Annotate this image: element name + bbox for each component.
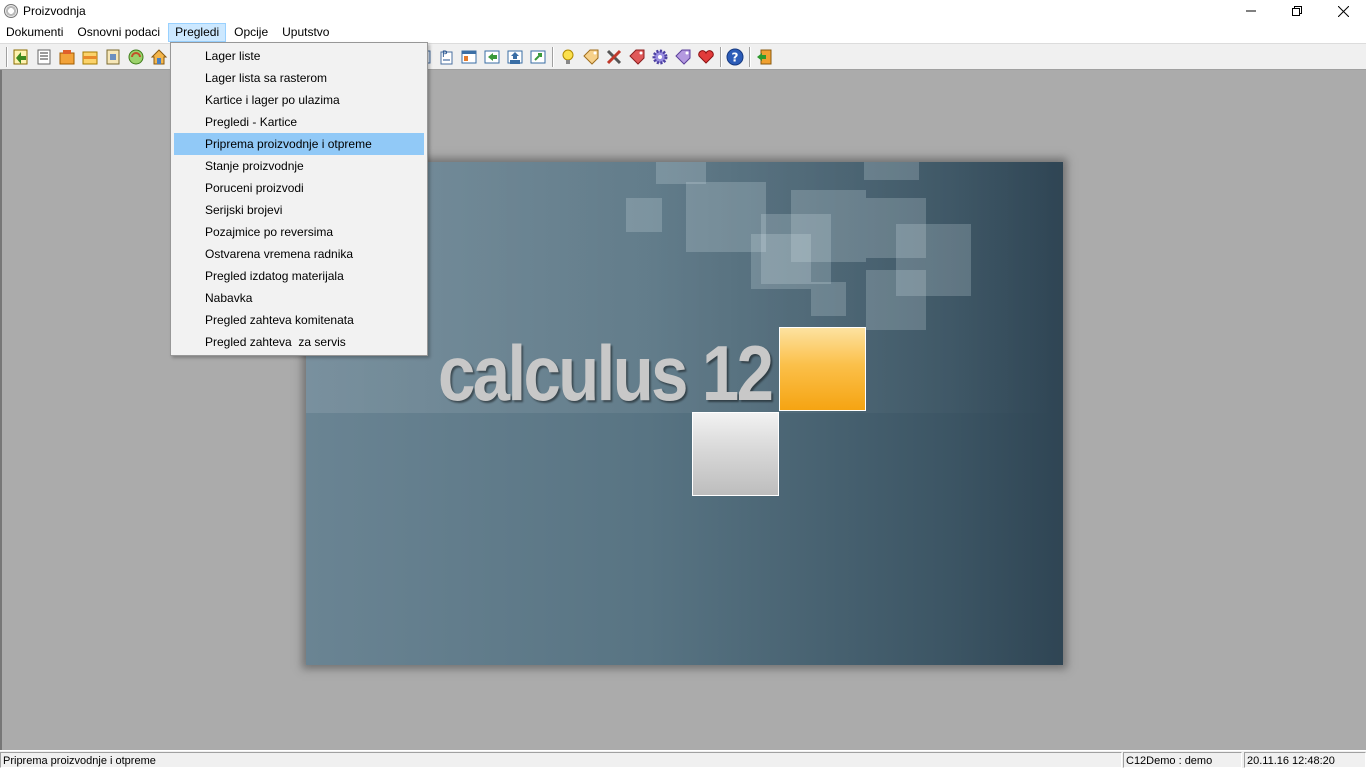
menu-opcije[interactable]: Opcije <box>228 23 274 42</box>
tag-button[interactable] <box>582 48 600 66</box>
export-icon <box>507 50 523 64</box>
exit-door-icon <box>757 49 772 65</box>
new-document-icon <box>13 49 28 65</box>
package-icon <box>82 51 98 65</box>
package-button[interactable] <box>81 48 99 66</box>
menu-item-pregled-zahteva-komitenata[interactable]: Pregled zahteva komitenata <box>174 309 424 331</box>
help-icon: ? <box>726 48 744 66</box>
menu-osnovni-podaci[interactable]: Osnovni podaci <box>71 23 166 42</box>
red-tag-icon <box>629 49 645 65</box>
lightbulb-icon <box>562 49 574 64</box>
exit-button[interactable] <box>755 48 773 66</box>
box-button[interactable] <box>58 48 76 66</box>
svg-text:?: ? <box>732 51 739 65</box>
menu-item-ostvarena-vremena[interactable]: Ostvarena vremena radnika <box>174 243 424 265</box>
table-icon <box>461 50 477 64</box>
purple-tag-icon <box>675 49 691 65</box>
heart-button[interactable] <box>697 48 715 66</box>
menu-item-pregledi-kartice[interactable]: Pregledi - Kartice <box>174 111 424 133</box>
menu-item-pregled-zahteva-za-servis[interactable]: Pregled zahteva za servis <box>174 331 424 353</box>
new-document-button[interactable] <box>12 48 30 66</box>
window-controls <box>1228 0 1366 22</box>
home-button[interactable] <box>150 48 168 66</box>
red-tag-button[interactable] <box>628 48 646 66</box>
restore-button[interactable] <box>1274 0 1320 22</box>
menu-item-nabavka[interactable]: Nabavka <box>174 287 424 309</box>
close-button[interactable] <box>1320 0 1366 22</box>
home-icon <box>150 49 168 65</box>
table-button[interactable] <box>460 48 478 66</box>
list-document-button[interactable] <box>35 48 53 66</box>
report-button[interactable]: P <box>437 48 455 66</box>
import-button[interactable] <box>483 48 501 66</box>
menu-item-priprema-proizvodnje[interactable]: Priprema proizvodnje i otpreme <box>174 133 424 155</box>
heart-icon <box>698 50 714 64</box>
title-bar: Proizvodnja <box>0 0 1366 22</box>
status-bar: Priprema proizvodnje i otpreme C12Demo :… <box>0 750 1366 768</box>
card-icon <box>106 49 120 65</box>
restore-icon <box>1292 6 1302 16</box>
refresh-window-button[interactable] <box>529 48 547 66</box>
menu-uputstvo[interactable]: Uputstvo <box>276 23 335 42</box>
menu-item-serijski-brojevi[interactable]: Serijski brojevi <box>174 199 424 221</box>
box-icon <box>59 50 75 65</box>
import-icon <box>484 50 500 64</box>
menu-item-kartice-i-lager[interactable]: Kartice i lager po ulazima <box>174 89 424 111</box>
minimize-icon <box>1246 10 1256 12</box>
gear-icon <box>652 49 668 65</box>
menu-item-lager-liste[interactable]: Lager liste <box>174 45 424 67</box>
logo-gray-square <box>692 412 779 496</box>
refresh-window-icon <box>530 50 546 64</box>
list-document-icon <box>37 49 51 65</box>
idea-button[interactable] <box>559 48 577 66</box>
status-message: Priprema proizvodnje i otpreme <box>0 752 1122 768</box>
close-icon <box>1337 5 1349 17</box>
settings-button[interactable] <box>651 48 669 66</box>
tools-button[interactable] <box>605 48 623 66</box>
menu-item-pozajmice[interactable]: Pozajmice po reversima <box>174 221 424 243</box>
menu-bar: Dokumenti Osnovni podaci Pregledi Opcije… <box>0 22 1366 43</box>
window-title: Proizvodnja <box>23 4 86 18</box>
recycle-icon <box>128 49 144 65</box>
toolbar-separator <box>720 47 722 67</box>
help-button[interactable]: ? <box>726 48 744 66</box>
logo-orange-square <box>779 327 866 411</box>
pregledi-dropdown-menu: Lager liste Lager lista sa rasterom Kart… <box>170 42 428 356</box>
logo-wordmark: calculus 12 <box>438 329 774 417</box>
status-user: C12Demo : demo <box>1123 752 1242 768</box>
menu-item-poruceni-proizvodi[interactable]: Poruceni proizvodi <box>174 177 424 199</box>
toolbar-separator <box>6 47 8 67</box>
tag-icon <box>583 49 599 65</box>
purple-tag-button[interactable] <box>674 48 692 66</box>
toolbar-separator <box>552 47 554 67</box>
app-cd-icon <box>4 4 18 18</box>
menu-item-lager-lista-sa-rasterom[interactable]: Lager lista sa rasterom <box>174 67 424 89</box>
recycle-button[interactable] <box>127 48 145 66</box>
report-icon: P <box>440 50 453 65</box>
status-datetime: 20.11.16 12:48:20 <box>1244 752 1366 768</box>
minimize-button[interactable] <box>1228 0 1274 22</box>
tools-icon <box>606 49 622 65</box>
card-button[interactable] <box>104 48 122 66</box>
menu-item-stanje-proizvodnje[interactable]: Stanje proizvodnje <box>174 155 424 177</box>
toolbar-separator <box>749 47 751 67</box>
menu-item-pregled-izdatog-materijala[interactable]: Pregled izdatog materijala <box>174 265 424 287</box>
menu-pregledi[interactable]: Pregledi <box>168 23 227 42</box>
svg-text:P: P <box>442 50 448 60</box>
export-button[interactable] <box>506 48 524 66</box>
menu-dokumenti[interactable]: Dokumenti <box>0 23 69 42</box>
